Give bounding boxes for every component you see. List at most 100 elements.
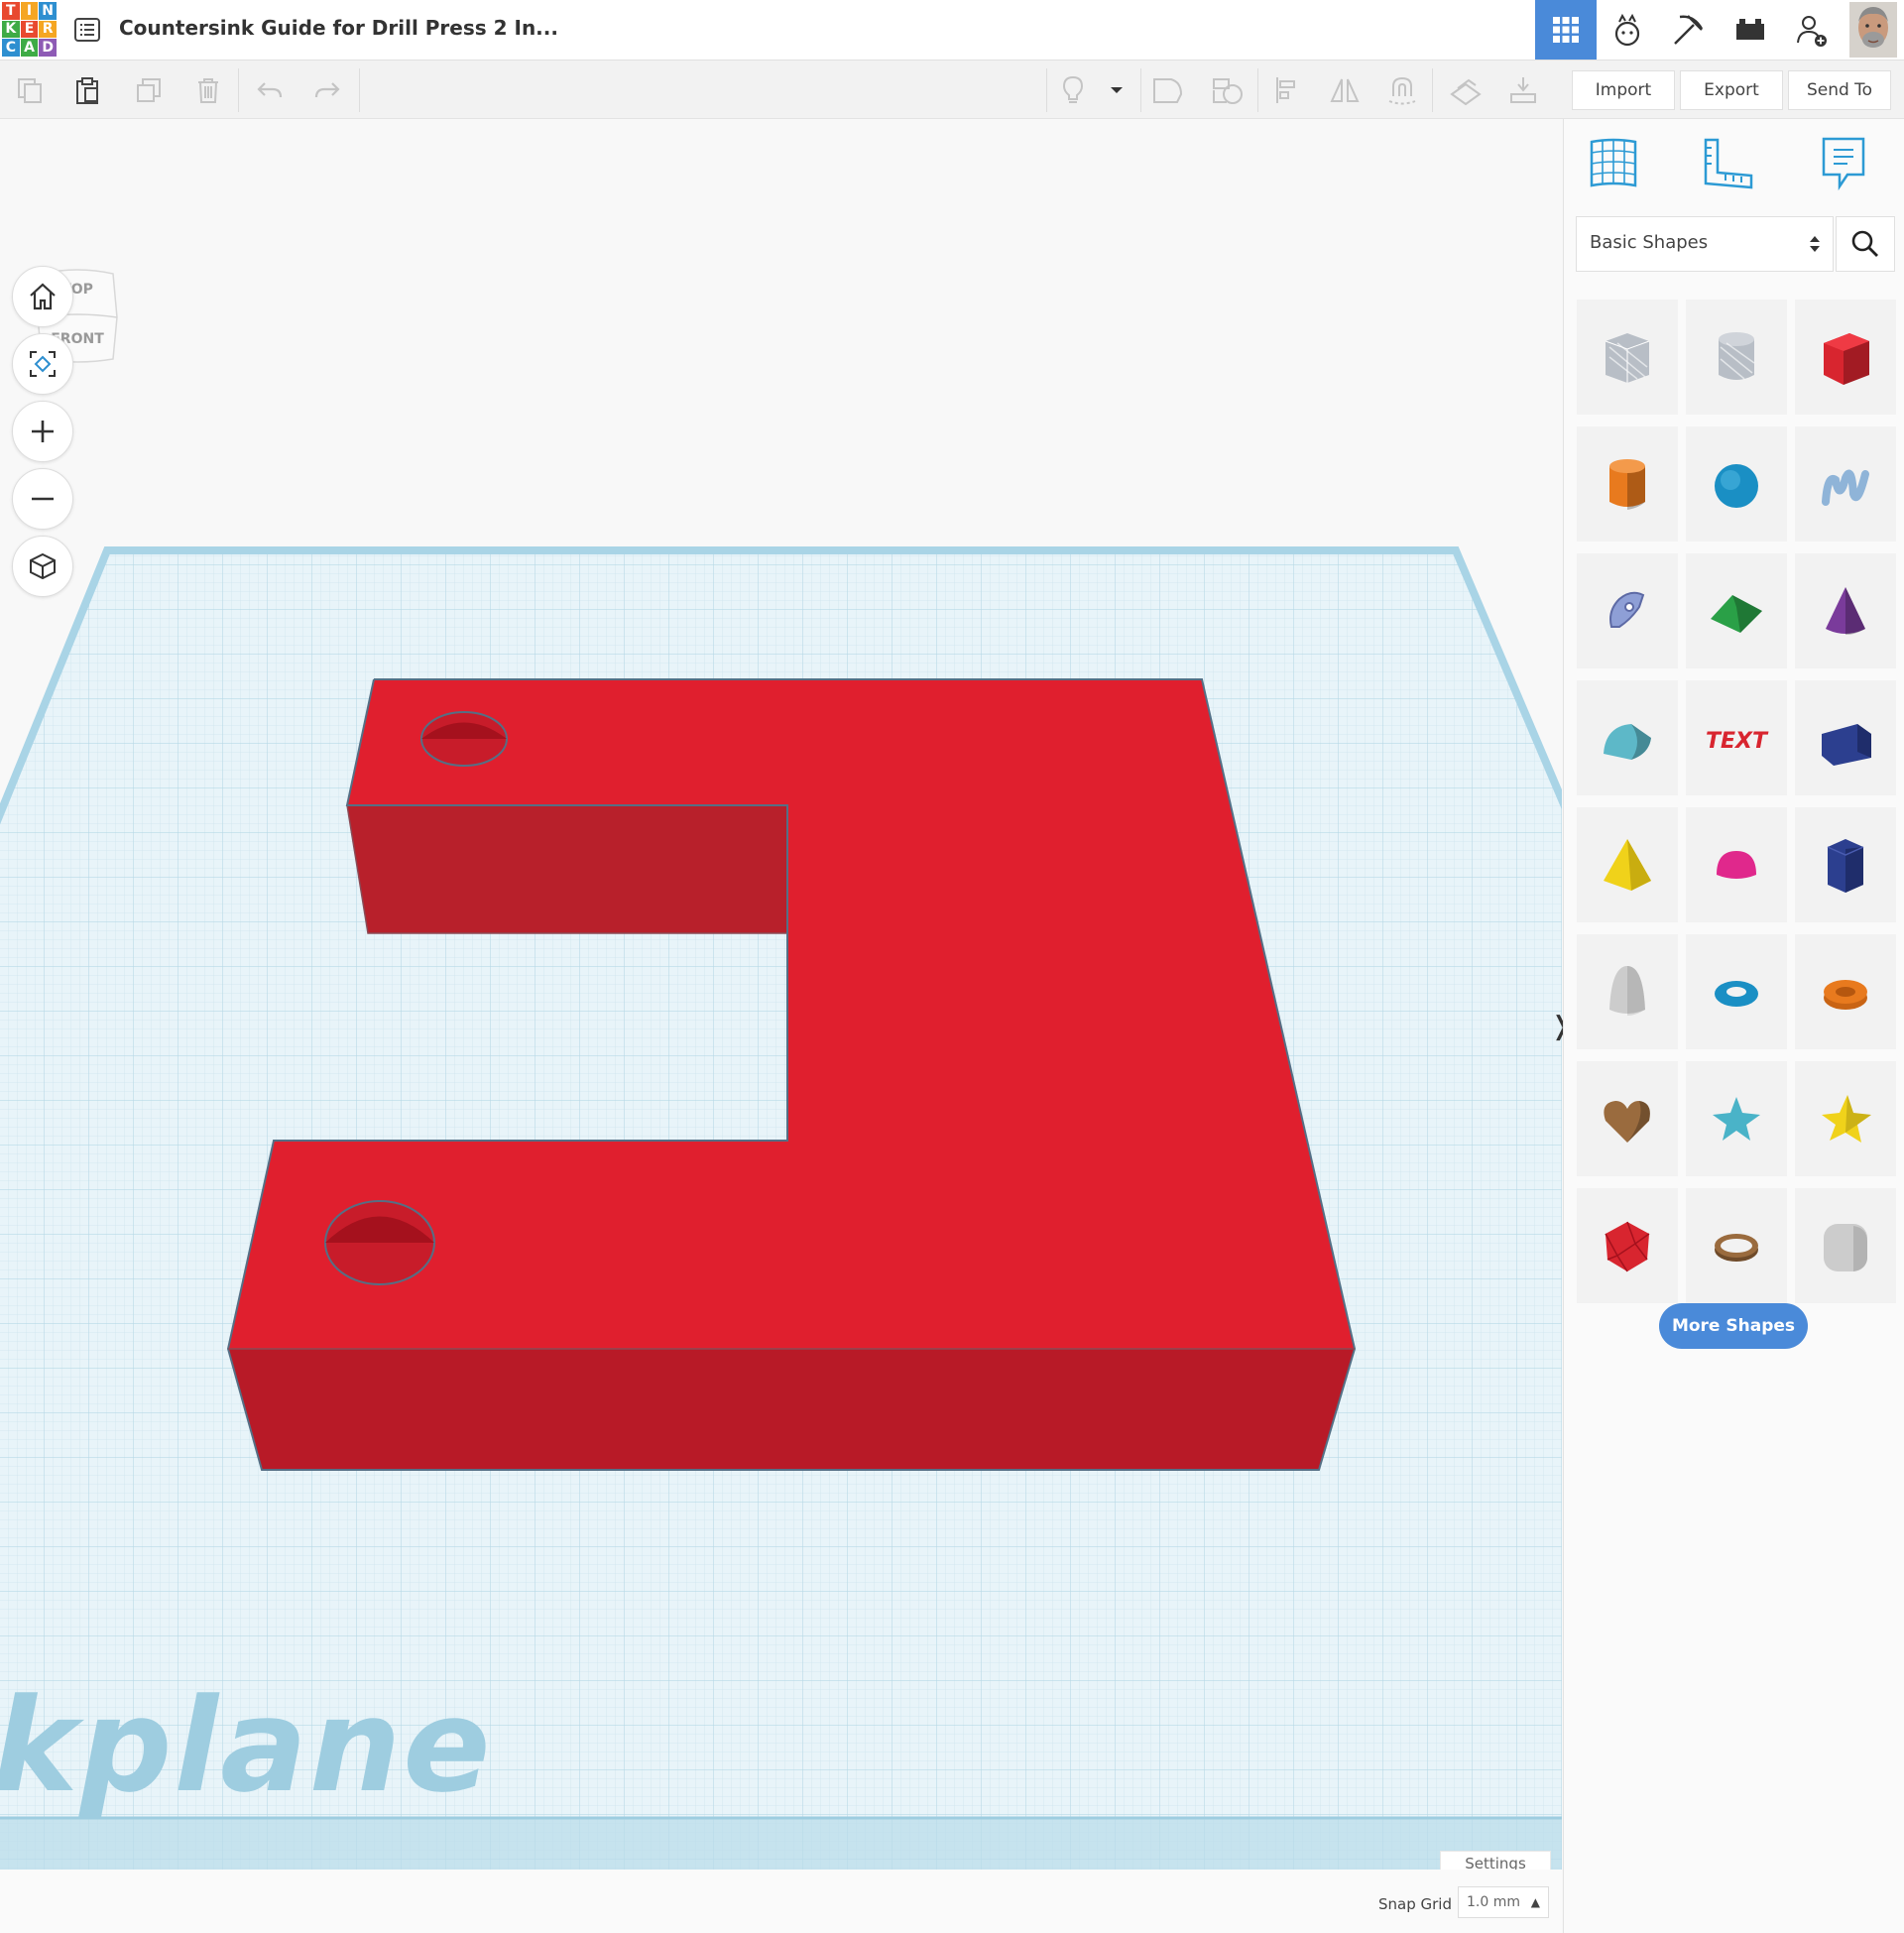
box-icon (1824, 333, 1869, 385)
paste-icon[interactable] (67, 70, 107, 110)
shape-sphere[interactable] (1686, 426, 1787, 542)
undo-icon[interactable] (250, 70, 290, 110)
shape-cylinder-hole[interactable] (1686, 300, 1787, 415)
ruler-tab-icon[interactable] (1699, 133, 1758, 192)
shape-wedge[interactable] (1795, 680, 1896, 795)
ruler-icon[interactable] (1503, 70, 1543, 110)
paraboloid-icon (1609, 966, 1645, 1016)
shape-star-six[interactable] (1686, 1061, 1787, 1176)
shape-icosahedron[interactable] (1577, 1188, 1678, 1303)
notes-tab-icon[interactable] (1814, 133, 1873, 192)
shape-cone[interactable] (1795, 553, 1896, 668)
home-view-button[interactable] (12, 266, 73, 327)
import-button[interactable]: Import (1572, 70, 1675, 110)
shape-category-select[interactable]: Basic Shapes (1576, 216, 1834, 272)
shape-search-button[interactable] (1836, 216, 1895, 272)
lightbulb-icon[interactable] (1053, 70, 1093, 110)
shape-pyramid[interactable] (1577, 807, 1678, 922)
avatar[interactable] (1843, 0, 1904, 60)
duplicate-icon[interactable] (129, 70, 169, 110)
logo-letter: N (39, 2, 57, 20)
logo-letter: T (2, 2, 20, 20)
shapes-panel: Basic Shapes TEXT More Shapes (1563, 119, 1904, 1933)
shape-text[interactable]: TEXT (1686, 680, 1787, 795)
text-icon: TEXT (1706, 729, 1769, 754)
shape-roof[interactable] (1686, 553, 1787, 668)
shape-round-roof[interactable] (1577, 680, 1678, 795)
snap-grid-value: 1.0 mm (1467, 1894, 1520, 1910)
tube-icon (1824, 980, 1867, 1010)
cylinder-hole-icon (1719, 332, 1755, 380)
more-shapes-button[interactable]: More Shapes (1659, 1303, 1808, 1349)
snap-grid-select[interactable]: 1.0 mm ▲ (1458, 1886, 1549, 1918)
wedge-icon (1822, 724, 1871, 766)
round-roof-icon (1604, 724, 1651, 760)
shape-shape-generator[interactable] (1577, 553, 1678, 668)
home-icon (30, 283, 56, 310)
shape-polygon[interactable] (1795, 807, 1896, 922)
cylinder-icon (1609, 459, 1645, 510)
bonus-icon[interactable] (1597, 0, 1658, 60)
roof-icon (1711, 595, 1762, 633)
rounded-box-icon (1824, 1224, 1867, 1271)
export-button[interactable]: Export (1680, 70, 1783, 110)
workplane-label: kplane (0, 1670, 493, 1821)
fit-view-button[interactable] (12, 333, 73, 395)
grid-view-icon[interactable] (1535, 0, 1597, 60)
zoom-out-button[interactable] (12, 468, 73, 530)
redo-icon[interactable] (307, 70, 347, 110)
top-bar: TIN KER CAD Countersink Guide for Drill Pr… (0, 0, 1904, 60)
ungroup-icon[interactable] (1208, 70, 1248, 110)
workplane-scene[interactable] (0, 119, 1562, 1870)
send-to-button[interactable]: Send To (1788, 70, 1891, 110)
bricks-icon[interactable] (1720, 0, 1781, 60)
logo-letter: D (39, 39, 57, 57)
copy-icon[interactable] (10, 70, 50, 110)
logo-letter: K (2, 20, 20, 39)
shape-scribble[interactable] (1795, 426, 1896, 542)
perspective-button[interactable] (12, 536, 73, 597)
mirror-icon[interactable] (1325, 70, 1365, 110)
polygon-icon (1827, 839, 1864, 893)
logo-letter: E (20, 20, 39, 39)
cruise-icon[interactable] (1382, 70, 1422, 110)
workplane-tab-icon[interactable] (1584, 133, 1643, 192)
zoom-in-button[interactable] (12, 401, 73, 462)
shape-paraboloid[interactable] (1577, 934, 1678, 1049)
shape-cylinder[interactable] (1577, 426, 1678, 542)
minecraft-icon[interactable] (1658, 0, 1720, 60)
add-user-icon[interactable] (1781, 0, 1843, 60)
shape-box[interactable] (1795, 300, 1896, 415)
shape-box-hole[interactable] (1577, 300, 1678, 415)
icosahedron-icon (1605, 1221, 1650, 1272)
sphere-icon (1715, 464, 1758, 508)
shape-heart[interactable] (1577, 1061, 1678, 1176)
shape-rounded-box[interactable] (1795, 1188, 1896, 1303)
shape-star[interactable] (1795, 1061, 1896, 1176)
document-title[interactable]: Countersink Guide for Drill Press 2 In..… (119, 16, 558, 40)
cube-icon (30, 552, 56, 580)
3d-viewport[interactable]: kplane TOP FRONT (0, 119, 1562, 1870)
align-icon[interactable] (1267, 70, 1307, 110)
toolbar: Import Export Send To (0, 60, 1904, 119)
logo-letter: A (20, 39, 39, 57)
shape-torus[interactable] (1686, 934, 1787, 1049)
shape-ring[interactable] (1686, 1188, 1787, 1303)
design-menu-icon[interactable] (71, 14, 103, 46)
tinkercad-logo[interactable]: TIN KER CAD (2, 2, 57, 57)
logo-letter: C (2, 39, 20, 57)
torus-icon (1715, 981, 1758, 1007)
group-icon[interactable] (1148, 70, 1188, 110)
star-six-icon (1713, 1097, 1760, 1141)
lightbulb-dropdown-icon[interactable] (1097, 70, 1136, 110)
shape-half-sphere[interactable] (1686, 807, 1787, 922)
heart-icon (1604, 1101, 1650, 1143)
pyramid-icon (1604, 839, 1651, 891)
top-right-icons (1535, 0, 1904, 60)
shape-generator-icon (1609, 591, 1645, 628)
shape-tube[interactable] (1795, 934, 1896, 1049)
delete-icon[interactable] (188, 70, 228, 110)
chevron-up-icon: ▲ (1530, 1895, 1540, 1909)
minus-icon (32, 497, 54, 501)
workplane-icon[interactable] (1446, 70, 1486, 110)
